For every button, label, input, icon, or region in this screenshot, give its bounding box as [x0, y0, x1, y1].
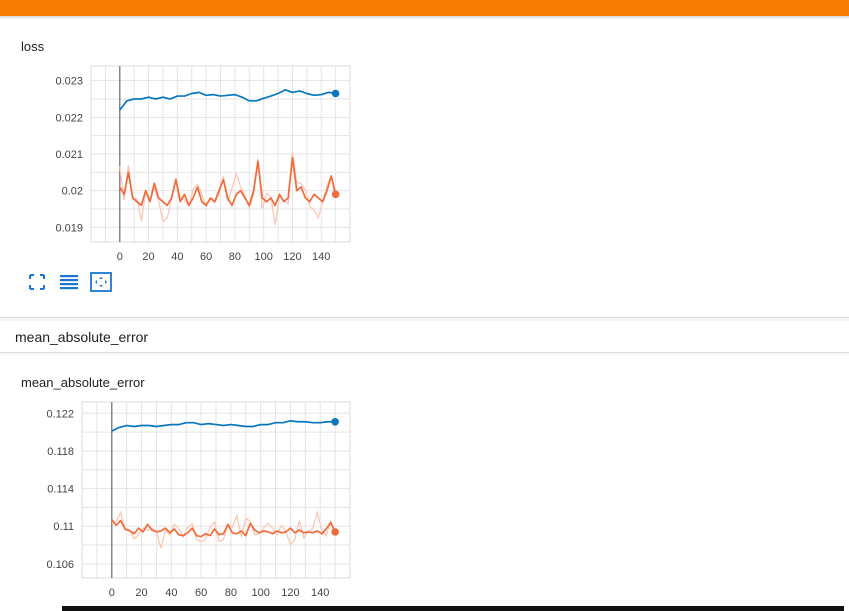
x-tick-label: 80	[229, 251, 241, 263]
x-tick-label: 120	[283, 251, 301, 263]
fit-domain-icon[interactable]	[90, 272, 112, 292]
y-tick-label: 0.114	[47, 484, 74, 496]
train-end-point	[331, 417, 339, 426]
x-tick-label: 40	[165, 587, 177, 599]
x-tick-label: 60	[195, 587, 207, 599]
loss-chart-card: loss 0.019 0.02 0.021 0.022 0.023 0 20 40 60 80 10…	[0, 19, 849, 318]
top-bar	[0, 0, 849, 16]
y-tick-label: 0.02	[62, 186, 83, 198]
x-tick-label: 120	[281, 587, 299, 599]
x-tick-label: 80	[225, 587, 237, 599]
validation-raw-line	[111, 510, 336, 549]
x-tick-label: 100	[254, 251, 272, 263]
mae-chart[interactable]: 0.106 0.11 0.114 0.118 0.122 0 20 40 60 80 100 120 1…	[0, 355, 849, 611]
y-tick-label: 0.021	[55, 149, 83, 161]
y-tick-label: 0.122	[46, 408, 74, 420]
y-tick-label: 0.019	[55, 222, 83, 234]
group-header[interactable]: mean_absolute_error	[0, 321, 849, 353]
x-tick-label: 0	[109, 587, 115, 599]
loss-chart[interactable]: 0.019 0.02 0.021 0.022 0.023 0 20 40 60 80 100 120 1…	[0, 19, 849, 317]
validation-end-point	[331, 190, 340, 199]
y-tick-label: 0.11	[53, 521, 74, 533]
x-tick-label: 40	[171, 251, 183, 263]
y-tick-label: 0.022	[55, 112, 83, 124]
y-tick-label: 0.118	[47, 446, 74, 458]
bottom-edge	[62, 606, 844, 611]
x-tick-label: 20	[135, 587, 147, 599]
validation-raw-line	[119, 151, 337, 225]
validation-series-line	[119, 156, 337, 207]
x-tick-label: 0	[117, 251, 123, 263]
x-tick-label: 100	[251, 587, 269, 599]
fullscreen-icon[interactable]	[28, 273, 50, 291]
x-tick-label: 140	[312, 251, 330, 263]
data-table-icon[interactable]	[59, 273, 81, 291]
mae-chart-card: mean_absolute_error 0.106 0.11 0.114 0.118 0…	[0, 355, 849, 611]
x-tick-label: 140	[311, 587, 329, 599]
train-series-line	[111, 419, 336, 432]
y-tick-label: 0.023	[55, 76, 83, 88]
validation-end-point	[331, 528, 339, 536]
group-title: mean_absolute_error	[15, 329, 149, 345]
x-tick-label: 60	[200, 251, 212, 263]
train-series-line	[119, 88, 336, 111]
x-tick-label: 20	[142, 251, 154, 263]
y-tick-label: 0.106	[46, 559, 74, 571]
train-end-point	[331, 89, 340, 98]
